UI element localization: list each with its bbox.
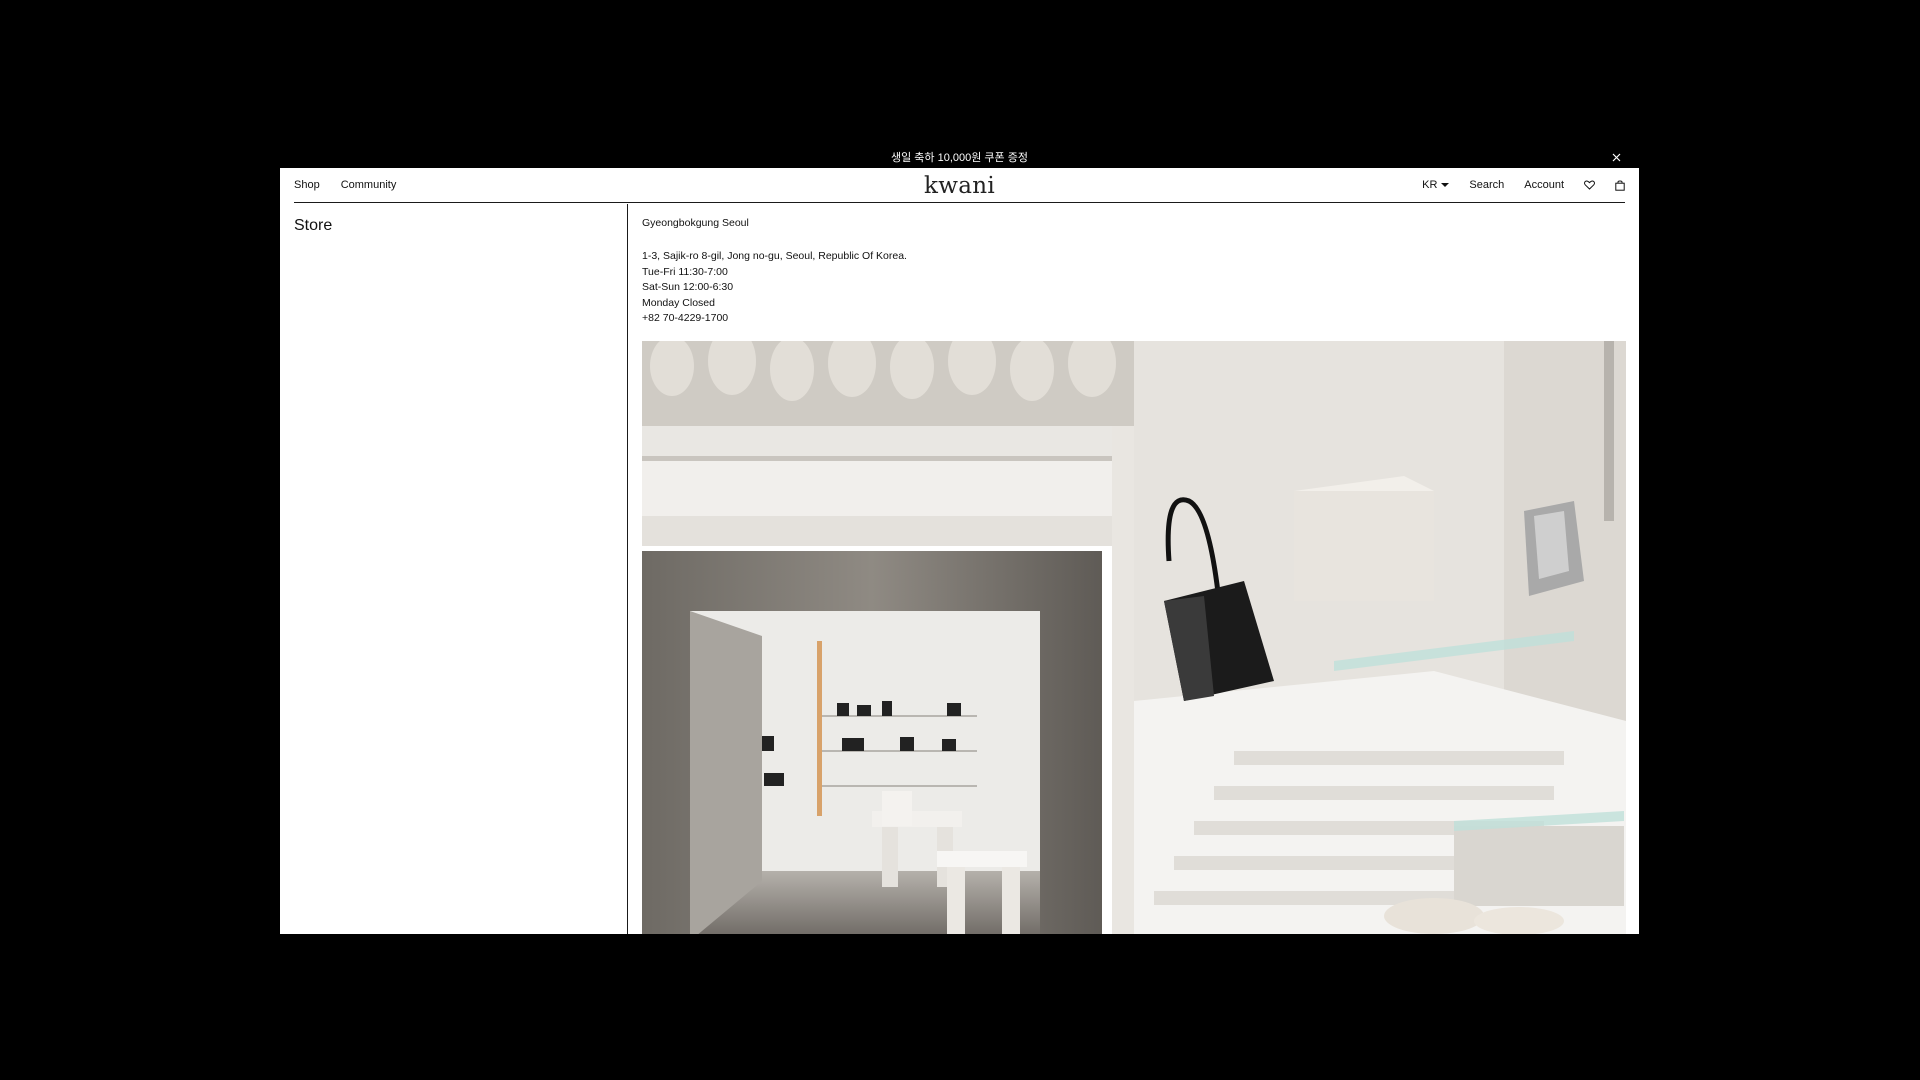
utility-nav: KR Search Account bbox=[1402, 179, 1625, 191]
store-entrance-photo bbox=[642, 341, 1134, 934]
search-link[interactable]: Search bbox=[1469, 179, 1504, 191]
store-phone: +82 70-4229-1700 bbox=[642, 312, 729, 324]
store-page: Shop Community kwani KR Search Account S… bbox=[280, 168, 1639, 934]
store-info: 1-3, Sajik-ro 8-gil, Jong no-gu, Seoul, … bbox=[642, 249, 907, 327]
shopping-bag-icon[interactable] bbox=[1615, 179, 1625, 191]
nav-shop[interactable]: Shop bbox=[294, 179, 320, 191]
store-hours-weekday: Tue-Fri 11:30-7:00 bbox=[642, 265, 728, 278]
site-header: Shop Community kwani KR Search Account bbox=[294, 168, 1625, 203]
store-name: Gyeongbokgung Seoul bbox=[642, 217, 749, 229]
announcement-bar: 생일 축하 10,000원 쿠폰 증정 bbox=[280, 146, 1639, 168]
store-hours-weekend: Sat-Sun 12:00-6:30 bbox=[642, 281, 734, 293]
heart-icon[interactable] bbox=[1584, 180, 1595, 190]
nav-community[interactable]: Community bbox=[341, 179, 397, 191]
language-selector[interactable]: KR bbox=[1422, 179, 1450, 191]
store-display-photo bbox=[1134, 341, 1626, 934]
store-address: 1-3, Sajik-ro 8-gil, Jong no-gu, Seoul, … bbox=[642, 250, 907, 262]
account-link[interactable]: Account bbox=[1524, 179, 1564, 191]
page-title: Store bbox=[294, 217, 333, 234]
brand-logo[interactable]: kwani bbox=[924, 173, 995, 199]
language-label: KR bbox=[1422, 179, 1438, 191]
store-detail: Gyeongbokgung Seoul 1-3, Sajik-ro 8-gil,… bbox=[629, 204, 1639, 934]
store-closed-day: Monday Closed bbox=[642, 296, 715, 309]
store-photos bbox=[642, 341, 1626, 934]
caret-down-icon bbox=[1441, 183, 1450, 187]
announcement-text: 생일 축하 10,000원 쿠폰 증정 bbox=[891, 152, 1028, 164]
sidebar: Store bbox=[280, 204, 628, 934]
close-icon[interactable] bbox=[1605, 146, 1627, 168]
main-nav: Shop Community bbox=[294, 179, 417, 191]
